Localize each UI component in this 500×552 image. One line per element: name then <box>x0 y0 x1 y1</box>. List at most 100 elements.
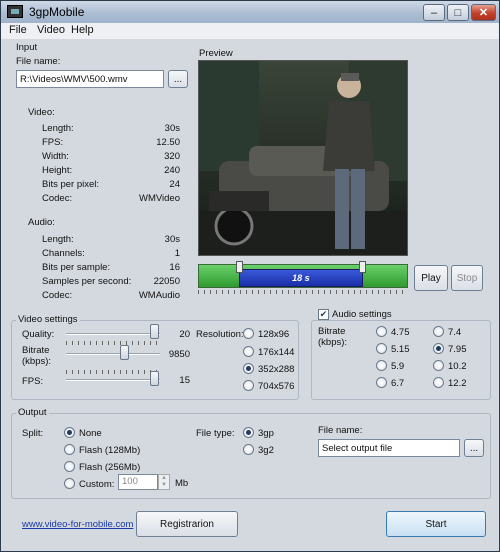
video-prop-value: WMVideo <box>138 193 180 204</box>
audio-bitrate-option: 7.4 <box>448 327 462 338</box>
spin-up-icon[interactable]: ▲ <box>159 475 169 482</box>
stop-button[interactable]: Stop <box>451 265 483 291</box>
input-group-label: Input <box>16 42 38 53</box>
split-option-label: Flash (128Mb) <box>79 445 141 456</box>
video-preview[interactable] <box>198 60 408 256</box>
video-prop-value: 24 <box>169 179 180 190</box>
minimize-icon: – <box>430 6 438 19</box>
input-file-field[interactable]: R:\Videos\WMV\500.wmv <box>16 70 164 88</box>
timeline-ticks <box>198 290 408 294</box>
video-bitrate-slider-thumb[interactable] <box>120 345 129 360</box>
split-radio[interactable] <box>64 444 75 455</box>
split-radio[interactable] <box>64 461 75 472</box>
video-bitrate-ticks <box>66 341 160 345</box>
quality-label: Quality: <box>22 329 55 340</box>
audio-bitrate-radio[interactable] <box>376 360 387 371</box>
resolution-radio[interactable] <box>243 328 254 339</box>
audio-bitrate-label: Bitrate (kbps): <box>318 326 348 348</box>
split-radio[interactable] <box>64 427 75 438</box>
file-type-option-label: 3g2 <box>258 445 274 456</box>
audio-prop-value: 1 <box>174 248 180 259</box>
video-prop-value: 240 <box>164 165 180 176</box>
split-option-label: Custom: <box>79 479 115 490</box>
audio-bitrate-radio[interactable] <box>433 360 444 371</box>
audio-bitrate-radio[interactable] <box>376 377 387 388</box>
checkmark-icon: ✔ <box>319 309 328 319</box>
audio-prop-value: 16 <box>169 262 180 273</box>
timeline-selection[interactable]: 18 s <box>238 269 364 287</box>
menu-help[interactable]: Help <box>71 24 94 36</box>
quality-slider-track[interactable] <box>66 333 160 335</box>
video-frame-image <box>199 61 407 255</box>
audio-prop-value: WMAudio <box>138 290 180 301</box>
resolution-option-label: 128x96 <box>258 329 290 340</box>
output-file-field[interactable]: Select output file <box>318 439 460 457</box>
fps-value: 15 <box>179 375 190 386</box>
output-label: Output <box>16 407 49 418</box>
output-file-name-label: File name: <box>318 425 363 436</box>
quality-value: 20 <box>179 329 190 340</box>
audio-prop-label: Length: <box>42 234 74 245</box>
audio-bitrate-option: 4.75 <box>391 327 410 338</box>
maximize-icon: □ <box>454 6 462 19</box>
input-file-name-label: File name: <box>16 56 61 67</box>
media-info-panel: Video: Length: 30s FPS: 12.50 Width: 320… <box>14 93 192 301</box>
audio-prop-label: Samples per second: <box>42 276 132 287</box>
timeline-time: 18 s <box>292 273 310 283</box>
file-type-option-label: 3gp <box>258 428 274 439</box>
title-bar[interactable]: 3gpMobile – □ ✕ <box>1 1 499 23</box>
menu-video[interactable]: Video <box>37 24 65 36</box>
audio-settings-label: Audio settings <box>330 309 394 320</box>
audio-bitrate-radio[interactable] <box>433 377 444 388</box>
video-prop-value: 12.50 <box>156 137 180 148</box>
timeline-end-handle[interactable] <box>359 261 367 273</box>
split-radio[interactable] <box>64 478 75 489</box>
audio-bitrate-radio[interactable] <box>376 326 387 337</box>
resolution-option-label: 176x144 <box>258 347 295 358</box>
audio-prop-value: 22050 <box>153 276 180 287</box>
input-browse-button[interactable]: ... <box>168 70 188 88</box>
timeline-start-handle[interactable] <box>235 261 243 273</box>
audio-bitrate-option: 5.9 <box>391 361 405 372</box>
audio-bitrate-option: 5.15 <box>391 344 410 355</box>
video-prop-label: Width: <box>42 151 69 162</box>
file-type-radio[interactable] <box>243 427 254 438</box>
maximize-button[interactable]: □ <box>447 4 469 21</box>
resolution-label: Resolution: <box>196 329 244 340</box>
custom-split-size-input[interactable]: 100 <box>118 474 158 490</box>
close-button[interactable]: ✕ <box>471 4 496 21</box>
app-icon <box>7 5 23 18</box>
fps-slider-track[interactable] <box>66 379 160 381</box>
quality-slider-thumb[interactable] <box>150 324 159 339</box>
registration-button[interactable]: Registrarion <box>136 511 238 537</box>
audio-bitrate-radio[interactable] <box>433 343 444 354</box>
fps-slider-thumb[interactable] <box>150 371 159 386</box>
output-browse-button[interactable]: ... <box>464 439 484 457</box>
resolution-option-label: 352x288 <box>258 364 295 375</box>
menu-file[interactable]: File <box>9 24 27 36</box>
minimize-button[interactable]: – <box>423 4 445 21</box>
resolution-radio[interactable] <box>243 380 254 391</box>
resolution-radio[interactable] <box>243 363 254 374</box>
custom-split-unit: Mb <box>175 478 189 489</box>
video-prop-label: Height: <box>42 165 73 176</box>
audio-bitrate-radio[interactable] <box>433 326 444 337</box>
video-prop-value: 320 <box>164 151 180 162</box>
play-button[interactable]: Play <box>414 265 448 291</box>
start-button[interactable]: Start <box>386 511 486 537</box>
audio-settings-checkbox[interactable]: ✔ <box>318 309 329 320</box>
spin-down-icon[interactable]: ▼ <box>159 482 169 489</box>
audio-prop-label: Bits per sample: <box>42 262 111 273</box>
custom-split-spinner[interactable]: ▲ ▼ <box>158 474 170 490</box>
file-type-radio[interactable] <box>243 444 254 455</box>
video-prop-label: Bits per pixel: <box>42 179 100 190</box>
resolution-radio[interactable] <box>243 346 254 357</box>
audio-bitrate-radio[interactable] <box>376 343 387 354</box>
video-prop-label: Codec: <box>42 193 73 204</box>
video-bitrate-slider-track[interactable] <box>66 353 160 355</box>
website-link[interactable]: www.video-for-mobile.com <box>22 519 133 530</box>
resolution-option-label: 704x576 <box>258 381 295 392</box>
video-bitrate-label: Bitrate (kbps): <box>22 345 52 367</box>
fps-ticks <box>66 370 160 374</box>
split-label: Split: <box>22 428 44 439</box>
